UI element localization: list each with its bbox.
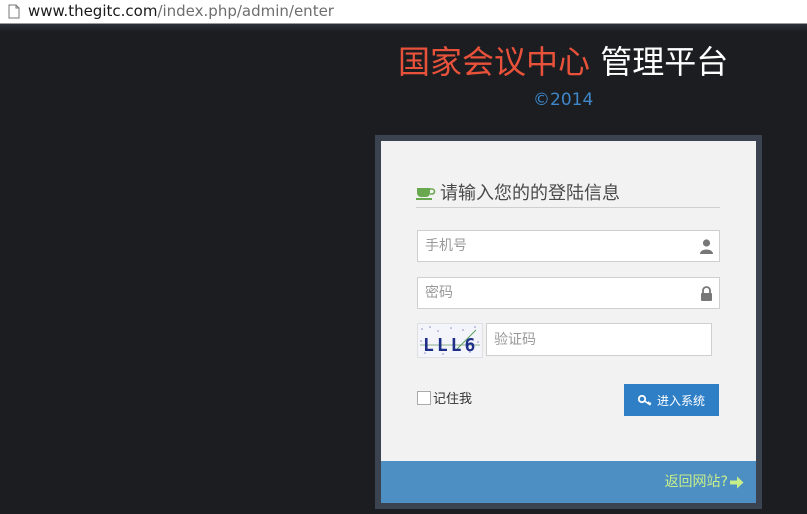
remember-label: 记住我 xyxy=(433,392,473,407)
document-icon xyxy=(8,4,20,19)
login-heading: 请输入您的的登陆信息 xyxy=(416,176,720,208)
copyright-text: ©2014 xyxy=(533,90,594,110)
password-input[interactable] xyxy=(418,278,719,308)
title-accent: 国家会议中心 xyxy=(398,43,591,81)
url-path: /index.php/admin/enter xyxy=(157,2,334,20)
key-icon xyxy=(637,394,652,406)
back-to-site-link[interactable]: 返回网站? xyxy=(665,473,744,491)
phone-field[interactable] xyxy=(417,230,720,262)
coffee-cup-icon xyxy=(416,187,436,200)
url-text[interactable]: www.thegitc.com/index.php/admin/enter xyxy=(28,2,334,21)
browser-address-bar[interactable]: www.thegitc.com/index.php/admin/enter xyxy=(0,0,807,24)
enter-system-label: 进入系统 xyxy=(656,393,705,408)
title-main: 管理平台 xyxy=(590,43,729,81)
captcha-field[interactable] xyxy=(486,323,712,356)
user-icon xyxy=(700,239,713,254)
remember-checkbox[interactable] xyxy=(417,390,431,405)
page-title: 国家会议中心 管理平台 xyxy=(398,42,728,82)
lock-icon xyxy=(701,286,712,301)
arrow-right-icon xyxy=(730,476,744,488)
toolbar-shadow xyxy=(0,24,807,32)
enter-system-button[interactable]: 进入系统 xyxy=(624,384,719,416)
remember-me[interactable]: 记住我 xyxy=(417,388,472,407)
login-footer: 返回网站? xyxy=(381,461,756,503)
login-heading-label: 请输入您的的登陆信息 xyxy=(440,182,620,204)
captcha-graphic: LLL6 xyxy=(420,326,480,356)
url-host: www.thegitc.com xyxy=(28,2,158,20)
captcha-input[interactable] xyxy=(487,324,711,355)
captcha-image[interactable]: LLL6 xyxy=(417,323,483,358)
captcha-text: LLL6 xyxy=(423,335,478,356)
back-to-site-label: 返回网站? xyxy=(664,474,728,490)
password-field[interactable] xyxy=(417,277,720,309)
phone-input[interactable] xyxy=(418,231,719,261)
